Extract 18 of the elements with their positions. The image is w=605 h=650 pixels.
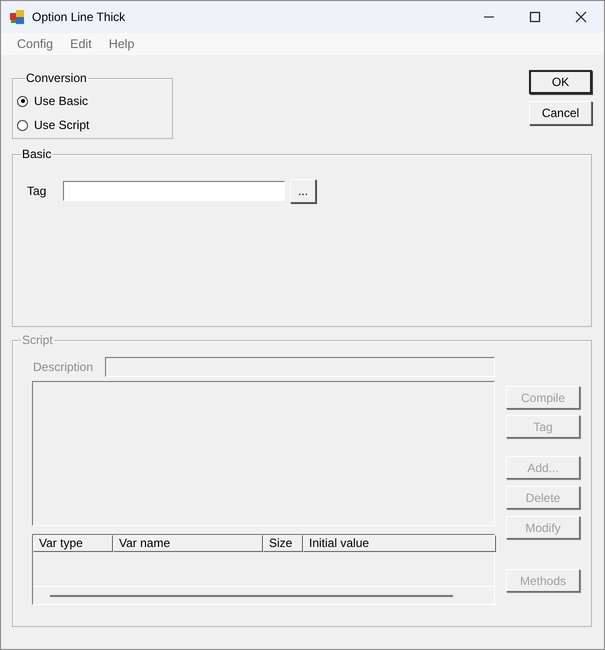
dialog-button[interactable]: Cancel xyxy=(529,101,592,125)
dialog-button[interactable]: OK xyxy=(529,70,592,94)
window-title: Option Line Thick xyxy=(32,10,126,24)
field-label: Description xyxy=(32,360,93,374)
radio-label[interactable]: Use Script xyxy=(34,118,90,132)
field-label: Tag xyxy=(27,184,48,198)
app-icon xyxy=(10,10,24,24)
scrollbar[interactable] xyxy=(50,594,453,596)
group-title: Script xyxy=(21,333,54,347)
radio-button[interactable] xyxy=(17,96,28,106)
tag-field[interactable] xyxy=(63,181,285,201)
maximize-icon[interactable] xyxy=(529,11,541,23)
group-title: Conversion xyxy=(25,71,88,85)
close-icon[interactable] xyxy=(575,11,587,23)
browse-button[interactable]: ... xyxy=(290,179,316,203)
radio-button[interactable] xyxy=(17,120,28,130)
radio-label[interactable]: Use Basic xyxy=(34,94,88,108)
group-title: Basic xyxy=(21,147,52,161)
